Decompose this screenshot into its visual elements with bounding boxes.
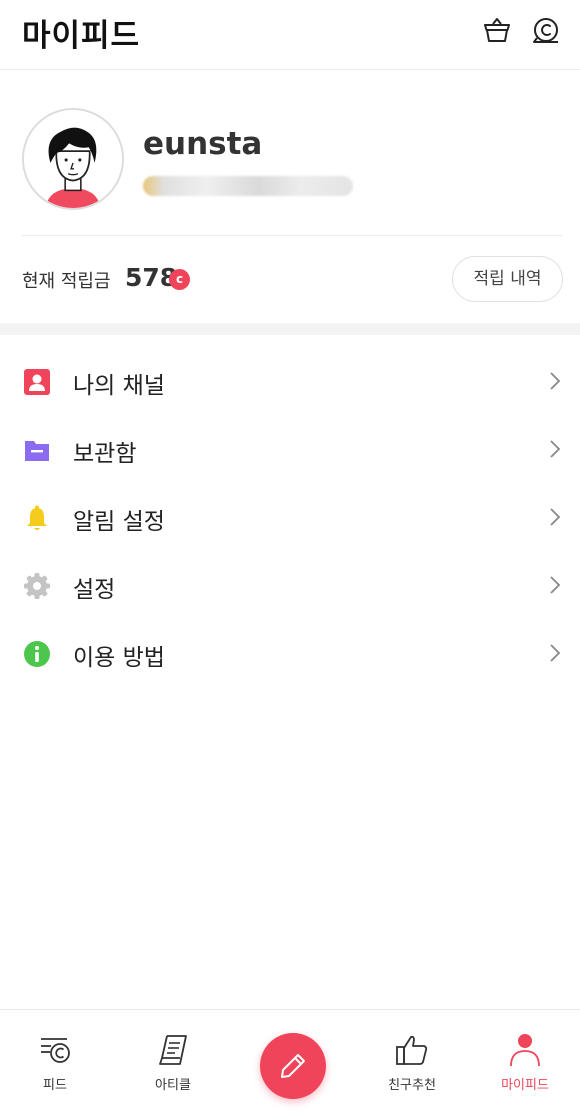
pencil-icon: [281, 1054, 305, 1078]
menu-item-label: 설정: [73, 577, 116, 603]
username: eunsta: [143, 126, 263, 162]
menu-item-notification-settings[interactable]: 알림 설정: [0, 483, 580, 551]
nav-item-my-feed[interactable]: 마이피드: [470, 1010, 580, 1114]
menu-item-storage[interactable]: 보관함: [0, 415, 580, 483]
chevron-right-icon: [547, 574, 563, 596]
nav-label: 친구추천: [388, 1078, 436, 1093]
menu-item-label: 보관함: [73, 441, 137, 467]
app-root: 마이피드 eunsta 현재 적립금 578 c 적립 내역 나의 채널 보관함…: [0, 0, 580, 1114]
blurred-account-info: [143, 176, 353, 196]
points-label: 현재 적립금: [22, 271, 111, 292]
thumbs-up-icon: [394, 1032, 430, 1068]
menu-item-label: 알림 설정: [73, 509, 165, 535]
menu-item-label: 나의 채널: [73, 373, 165, 399]
chevron-right-icon: [547, 438, 563, 460]
section-divider: [0, 323, 580, 335]
nav-label: 피드: [43, 1078, 67, 1093]
bell-icon: [23, 504, 51, 532]
chevron-right-icon: [547, 642, 563, 664]
avatar[interactable]: [22, 108, 124, 210]
info-icon: [23, 640, 51, 668]
nav-item-feed[interactable]: 피드: [0, 1010, 110, 1114]
menu-item-settings[interactable]: 설정: [0, 551, 580, 619]
coin-icon[interactable]: [530, 14, 562, 46]
person-icon: [23, 368, 51, 396]
basket-icon[interactable]: [481, 14, 513, 46]
page-title: 마이피드: [22, 18, 141, 54]
nav-label: 아티클: [155, 1078, 191, 1093]
points-history-button[interactable]: 적립 내역: [452, 256, 563, 302]
divider: [22, 235, 562, 236]
menu-item-how-to-use[interactable]: 이용 방법: [0, 619, 580, 687]
folder-icon: [23, 436, 51, 464]
compose-button[interactable]: [260, 1033, 326, 1099]
chevron-right-icon: [547, 370, 563, 392]
coin-badge-icon: c: [169, 269, 190, 290]
menu-item-label: 이용 방법: [73, 645, 165, 671]
profile-icon: [507, 1032, 543, 1068]
chevron-right-icon: [547, 506, 563, 528]
article-icon: [155, 1032, 191, 1068]
menu-item-my-channel[interactable]: 나의 채널: [0, 347, 580, 415]
nav-item-friend-recommend[interactable]: 친구추천: [357, 1010, 467, 1114]
feed-icon: [37, 1032, 73, 1068]
app-header: 마이피드: [0, 0, 580, 70]
nav-label: 마이피드: [501, 1078, 549, 1093]
gear-icon: [23, 572, 51, 600]
nav-item-article[interactable]: 아티클: [118, 1010, 228, 1114]
